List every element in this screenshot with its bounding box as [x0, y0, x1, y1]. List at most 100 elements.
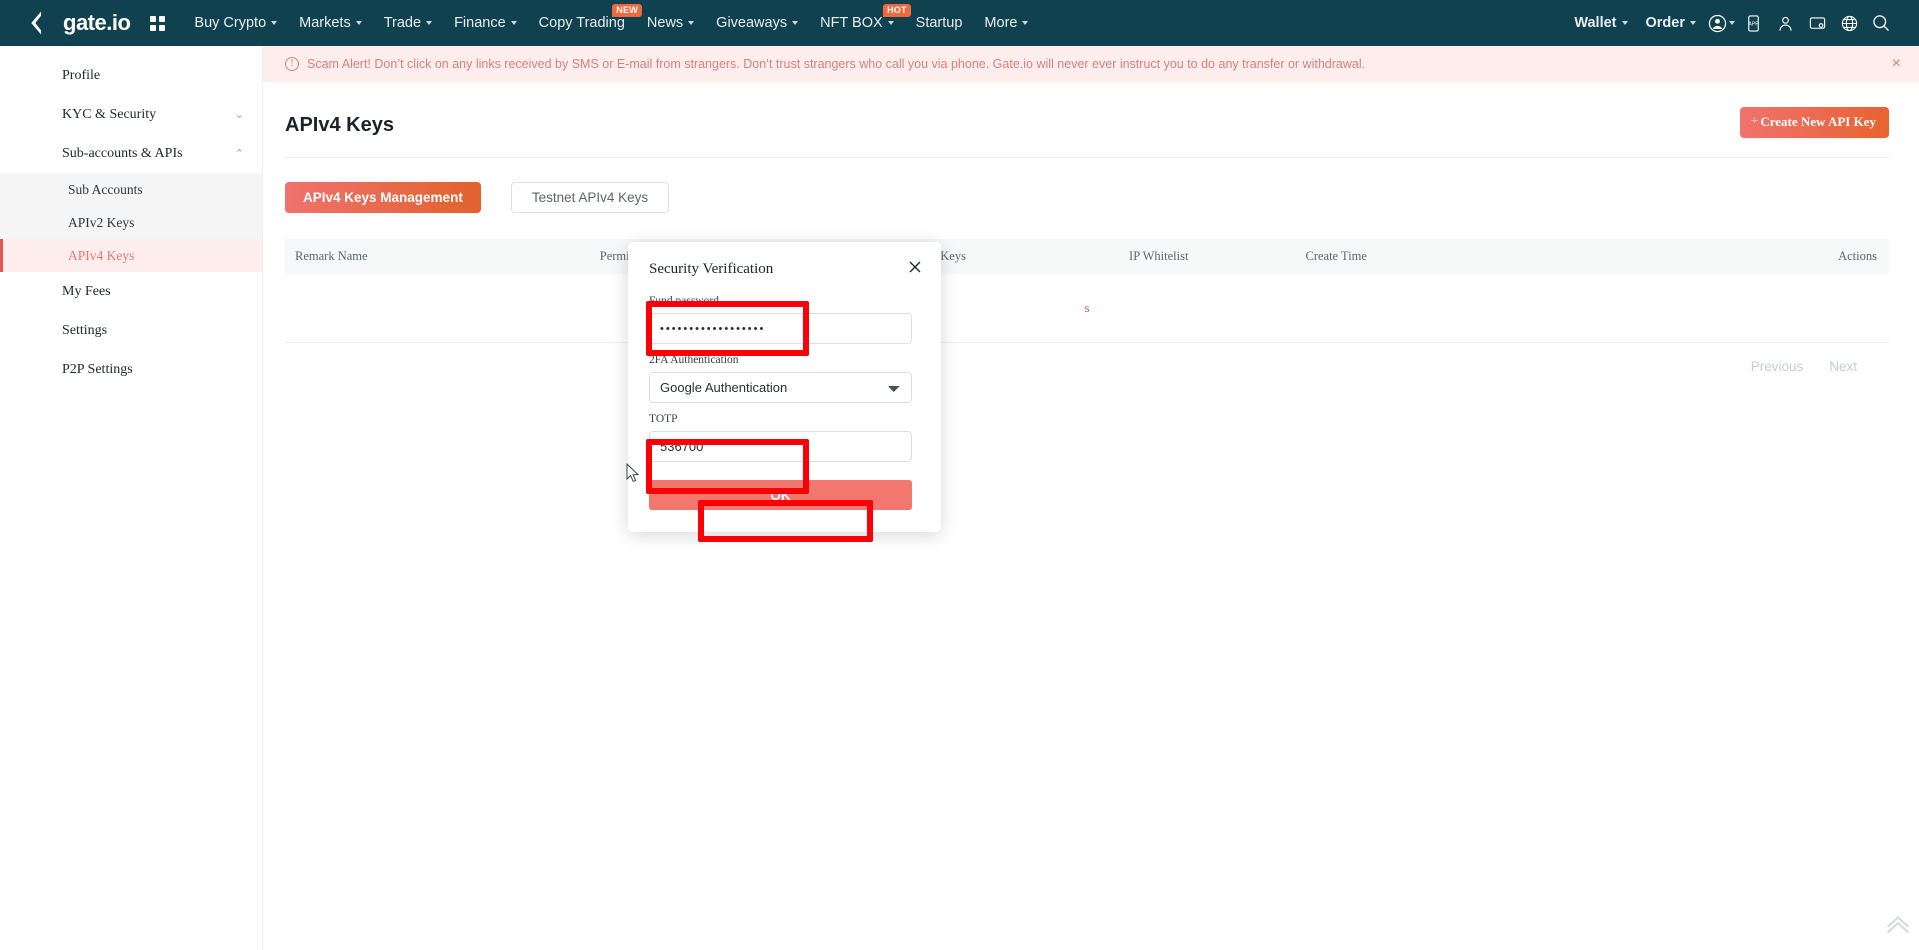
mouse-cursor	[626, 463, 640, 483]
language-icon[interactable]	[1833, 7, 1865, 39]
chevron-down-icon	[1729, 21, 1735, 25]
totp-input[interactable]	[649, 431, 912, 462]
sidebar-item-profile[interactable]: Profile	[0, 56, 262, 95]
tab-bar: APIv4 Keys Management Testnet APIv4 Keys	[263, 158, 1919, 213]
nav-item-giveaways[interactable]: Giveaways	[705, 9, 809, 37]
search-icon[interactable]	[1865, 7, 1897, 39]
sidebar-item-settings[interactable]: Settings	[0, 311, 262, 350]
nav-label: Copy Trading	[538, 15, 625, 31]
scam-alert-text: Scam Alert! Don’t click on any links rec…	[307, 57, 1366, 71]
next-page-button[interactable]: Next	[1829, 359, 1857, 374]
tab-label: Testnet APIv4 Keys	[531, 190, 649, 205]
sidebar-item-label: APIv2 Keys	[68, 214, 135, 230]
chevron-down-icon	[1690, 21, 1696, 25]
sidebar-item-label: APIv4 Keys	[68, 247, 135, 263]
nav-item-more[interactable]: More	[973, 9, 1039, 37]
app-download-icon[interactable]: APP	[1737, 7, 1769, 39]
twofa-select[interactable]: Google Authentication	[649, 372, 912, 403]
table-head: Remark Name Permissions APIv4 Keys IP Wh…	[285, 239, 1889, 274]
sidebar-item-label: KYC & Security	[62, 106, 157, 122]
top-navigation-bar: gate.io Buy Crypto Markets Trade Finance…	[0, 0, 1919, 46]
nav-item-copy-trading[interactable]: Copy Trading NEW	[528, 4, 642, 37]
totp-label: TOTP	[649, 413, 678, 425]
sidebar-item-apiv2-keys[interactable]: APIv2 Keys	[0, 206, 262, 239]
nav-item-buy-crypto[interactable]: Buy Crypto	[183, 9, 288, 37]
account-sidebar: Profile KYC & Security ⌄ Sub-accounts & …	[0, 46, 263, 950]
sidebar-item-p2p-settings[interactable]: P2P Settings	[0, 350, 262, 389]
twofa-field-group: 2FA Authentication Google Authentication	[628, 344, 941, 403]
table-row: s	[285, 274, 1889, 343]
account-icon[interactable]	[1705, 7, 1737, 39]
chevron-down-icon	[1022, 21, 1029, 25]
account-menu: Wallet Order APP	[1565, 7, 1897, 39]
twofa-label: 2FA Authentication	[649, 354, 739, 366]
previous-page-button[interactable]: Previous	[1751, 359, 1804, 374]
fund-password-input[interactable]	[649, 313, 912, 344]
svg-text:APP: APP	[1748, 21, 1759, 27]
column-create-time: Create Time	[1295, 239, 1649, 274]
create-new-api-key-button[interactable]: + Create New API Key	[1740, 107, 1889, 138]
sidebar-item-kyc-security[interactable]: KYC & Security ⌄	[0, 95, 262, 134]
sidebar-item-sub-accounts[interactable]: Sub Accounts	[0, 173, 262, 206]
apps-grid-icon[interactable]	[150, 15, 166, 31]
back-to-top-icon[interactable]	[1883, 908, 1913, 938]
api-keys-table: Remark Name Permissions APIv4 Keys IP Wh…	[285, 239, 1889, 343]
sidebar-item-sub-accounts-apis[interactable]: Sub-accounts & APIs ⌃	[0, 134, 262, 173]
info-circle-icon: !	[285, 57, 299, 71]
sidebar-item-label: Profile	[62, 67, 101, 83]
page-title: APIv4 Keys	[285, 113, 394, 136]
plus-icon: +	[1750, 114, 1759, 129]
chevron-up-icon: ⌃	[234, 148, 244, 160]
column-actions: Actions	[1648, 239, 1889, 274]
brand-name: gate.io	[63, 10, 131, 35]
nav-item-nft-box[interactable]: NFT BOX HOT	[809, 4, 911, 37]
scam-alert-banner: ! Scam Alert! Don’t click on any links r…	[263, 46, 1919, 82]
tab-label: APIv4 Keys Management	[303, 190, 463, 205]
chevron-down-icon	[355, 21, 362, 25]
close-icon[interactable]	[907, 259, 923, 279]
sidebar-item-apiv4-keys[interactable]: APIv4 Keys	[0, 239, 262, 272]
nav-label: Startup	[915, 15, 963, 31]
tab-apiv4-keys-management[interactable]: APIv4 Keys Management	[285, 182, 481, 213]
page-header: APIv4 Keys + Create New API Key	[263, 82, 1919, 142]
nav-item-trade[interactable]: Trade	[373, 9, 443, 37]
create-button-label: Create New API Key	[1760, 114, 1876, 129]
dialog-header: Security Verification	[628, 242, 941, 285]
sidebar-item-label: P2P Settings	[62, 361, 133, 377]
support-icon[interactable]	[1769, 7, 1801, 39]
nav-label: Trade	[383, 15, 422, 31]
nav-item-wallet[interactable]: Wallet	[1565, 9, 1636, 37]
table-header-row: Remark Name Permissions APIv4 Keys IP Wh…	[285, 239, 1889, 274]
nav-label: More	[984, 15, 1018, 31]
nav-item-news[interactable]: News	[636, 9, 705, 37]
main-content: APIv4 Keys + Create New API Key APIv4 Ke…	[263, 82, 1919, 950]
chevron-down-icon: ⌄	[234, 109, 244, 121]
pagination: Previous Next	[285, 343, 1889, 374]
nav-item-startup[interactable]: Startup	[905, 9, 974, 37]
nav-label: NFT BOX	[820, 15, 883, 31]
ok-button[interactable]: OK	[649, 480, 912, 510]
nav-item-markets[interactable]: Markets	[288, 9, 373, 37]
nav-label: Giveaways	[716, 15, 788, 31]
sidebar-item-my-fees[interactable]: My Fees	[0, 272, 262, 311]
gateio-logo[interactable]: gate.io	[28, 10, 131, 36]
device-icon[interactable]	[1801, 7, 1833, 39]
table-empty-cell: s	[285, 274, 1889, 343]
sidebar-item-label: Settings	[62, 322, 108, 338]
fund-password-label: Fund password	[649, 295, 719, 307]
sidebar-subgroup: Sub Accounts APIv2 Keys APIv4 Keys	[0, 173, 262, 272]
nav-label: Markets	[299, 15, 351, 31]
close-icon[interactable]: ×	[1882, 56, 1901, 72]
chevron-down-icon	[426, 21, 433, 25]
main-menu: Buy Crypto Markets Trade Finance Copy Tr…	[183, 4, 1565, 37]
chevron-down-icon	[688, 21, 695, 25]
nav-label: Finance	[454, 15, 506, 31]
security-verification-dialog: Security Verification Fund password 2FA …	[628, 242, 941, 532]
chevron-down-icon	[792, 21, 799, 25]
nav-item-finance[interactable]: Finance	[443, 9, 528, 37]
totp-field-group: TOTP	[628, 403, 941, 462]
tab-testnet-apiv4-keys[interactable]: Testnet APIv4 Keys	[510, 182, 670, 213]
nav-label: News	[646, 15, 684, 31]
fund-password-field-group: Fund password	[628, 285, 941, 344]
nav-item-order[interactable]: Order	[1637, 9, 1706, 37]
